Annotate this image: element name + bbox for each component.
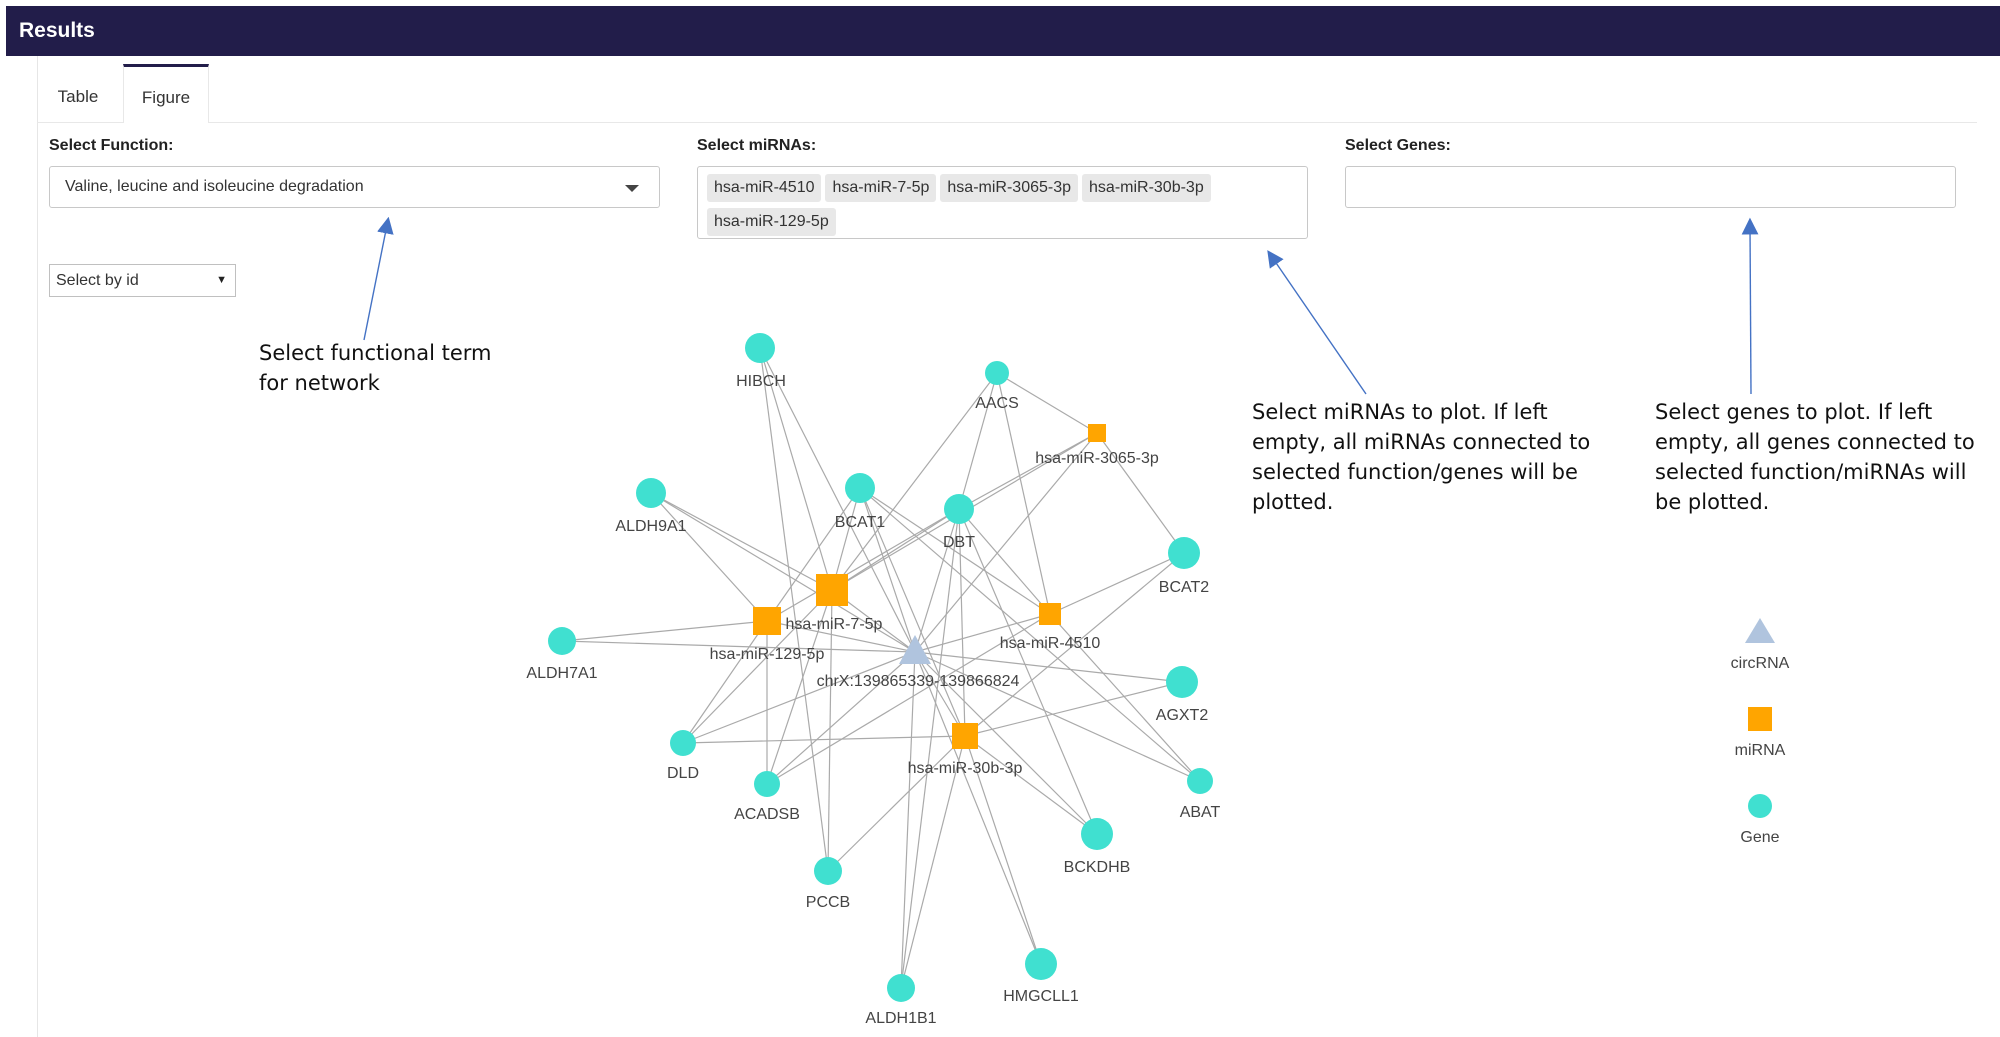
gene-node[interactable] [1081,818,1113,850]
gene-label: BCAT2 [1159,579,1209,596]
gene-label: PCCB [806,894,850,911]
network-edge [682,651,916,744]
gene-label: ABAT [1180,804,1221,821]
gene-label: DLD [667,765,699,782]
network-figure: HIBCH AACS BCAT1 ALDH9A1 DBT BCAT2 ALDH7A1 AGXT… [363,216,1790,1027]
annotation-arrows [363,216,1759,395]
gene-node[interactable] [548,627,576,655]
network-edge [682,620,768,744]
gene-label: HMGCLL1 [1003,988,1079,1005]
legend-square-icon [1748,707,1772,731]
gene-node[interactable] [814,857,842,885]
network-edge [759,347,916,653]
gene-label: ALDH1B1 [865,1010,936,1027]
mirna-label: hsa-miR-3065-3p [1035,450,1159,467]
network-edge [958,432,1098,510]
mirna-label: hsa-miR-7-5p [786,616,883,633]
network-edge [958,508,1051,615]
legend-label: circRNA [1731,655,1790,672]
gene-label: ALDH9A1 [615,518,686,535]
circrna-label: chrX:139865339-139866824 [817,673,1020,690]
gene-label: BCAT1 [835,514,885,531]
gene-label: BCKDHB [1064,859,1131,876]
gene-node[interactable] [845,473,875,503]
gene-node[interactable] [754,771,780,797]
mirna-node[interactable] [816,574,848,606]
legend-label: Gene [1740,829,1779,846]
network-edge [650,492,833,591]
network-edge [827,735,966,872]
network-nodes: HIBCH AACS BCAT1 ALDH9A1 DBT BCAT2 ALDH7A1 AGXT… [526,333,1221,1027]
mirna-label: hsa-miR-129-5p [710,646,825,663]
mirna-node[interactable] [952,723,978,749]
network-edge [964,735,1098,835]
network-edge [900,508,960,989]
gene-node[interactable] [745,333,775,363]
network-edge [650,492,768,622]
gene-label: AGXT2 [1156,707,1209,724]
gene-label: ALDH7A1 [526,665,597,682]
legend-label: miRNA [1735,742,1786,759]
gene-label: ACADSB [734,806,800,823]
mirna-node[interactable] [753,607,781,635]
gene-node[interactable] [1168,537,1200,569]
gene-label: DBT [943,534,975,551]
network-edge [561,620,768,642]
annotation-arrow [1741,217,1759,395]
network-edge [682,735,966,744]
gene-node[interactable] [670,730,696,756]
network-edge [958,372,998,510]
gene-node[interactable] [1166,666,1198,698]
gene-node[interactable] [944,494,974,524]
network-edges [561,347,1201,989]
gene-node[interactable] [636,478,666,508]
mirna-node[interactable] [1039,603,1061,625]
annotation-arrow [1267,250,1367,395]
network-edge [958,508,1098,835]
gene-node[interactable] [985,361,1009,385]
annotation-arrow [363,216,394,341]
mirna-label: hsa-miR-30b-3p [908,760,1023,777]
legend: circRNA miRNA Gene [1731,618,1790,846]
gene-node[interactable] [1025,948,1057,980]
gene-node[interactable] [1187,768,1213,794]
gene-label: HIBCH [736,373,786,390]
network-edge [914,651,1042,965]
legend-circle-icon [1748,794,1772,818]
mirna-node[interactable] [1088,424,1106,442]
gene-label: AACS [975,395,1019,412]
legend-triangle-icon [1745,618,1775,643]
gene-node[interactable] [887,974,915,1002]
mirna-label: hsa-miR-4510 [1000,635,1101,652]
